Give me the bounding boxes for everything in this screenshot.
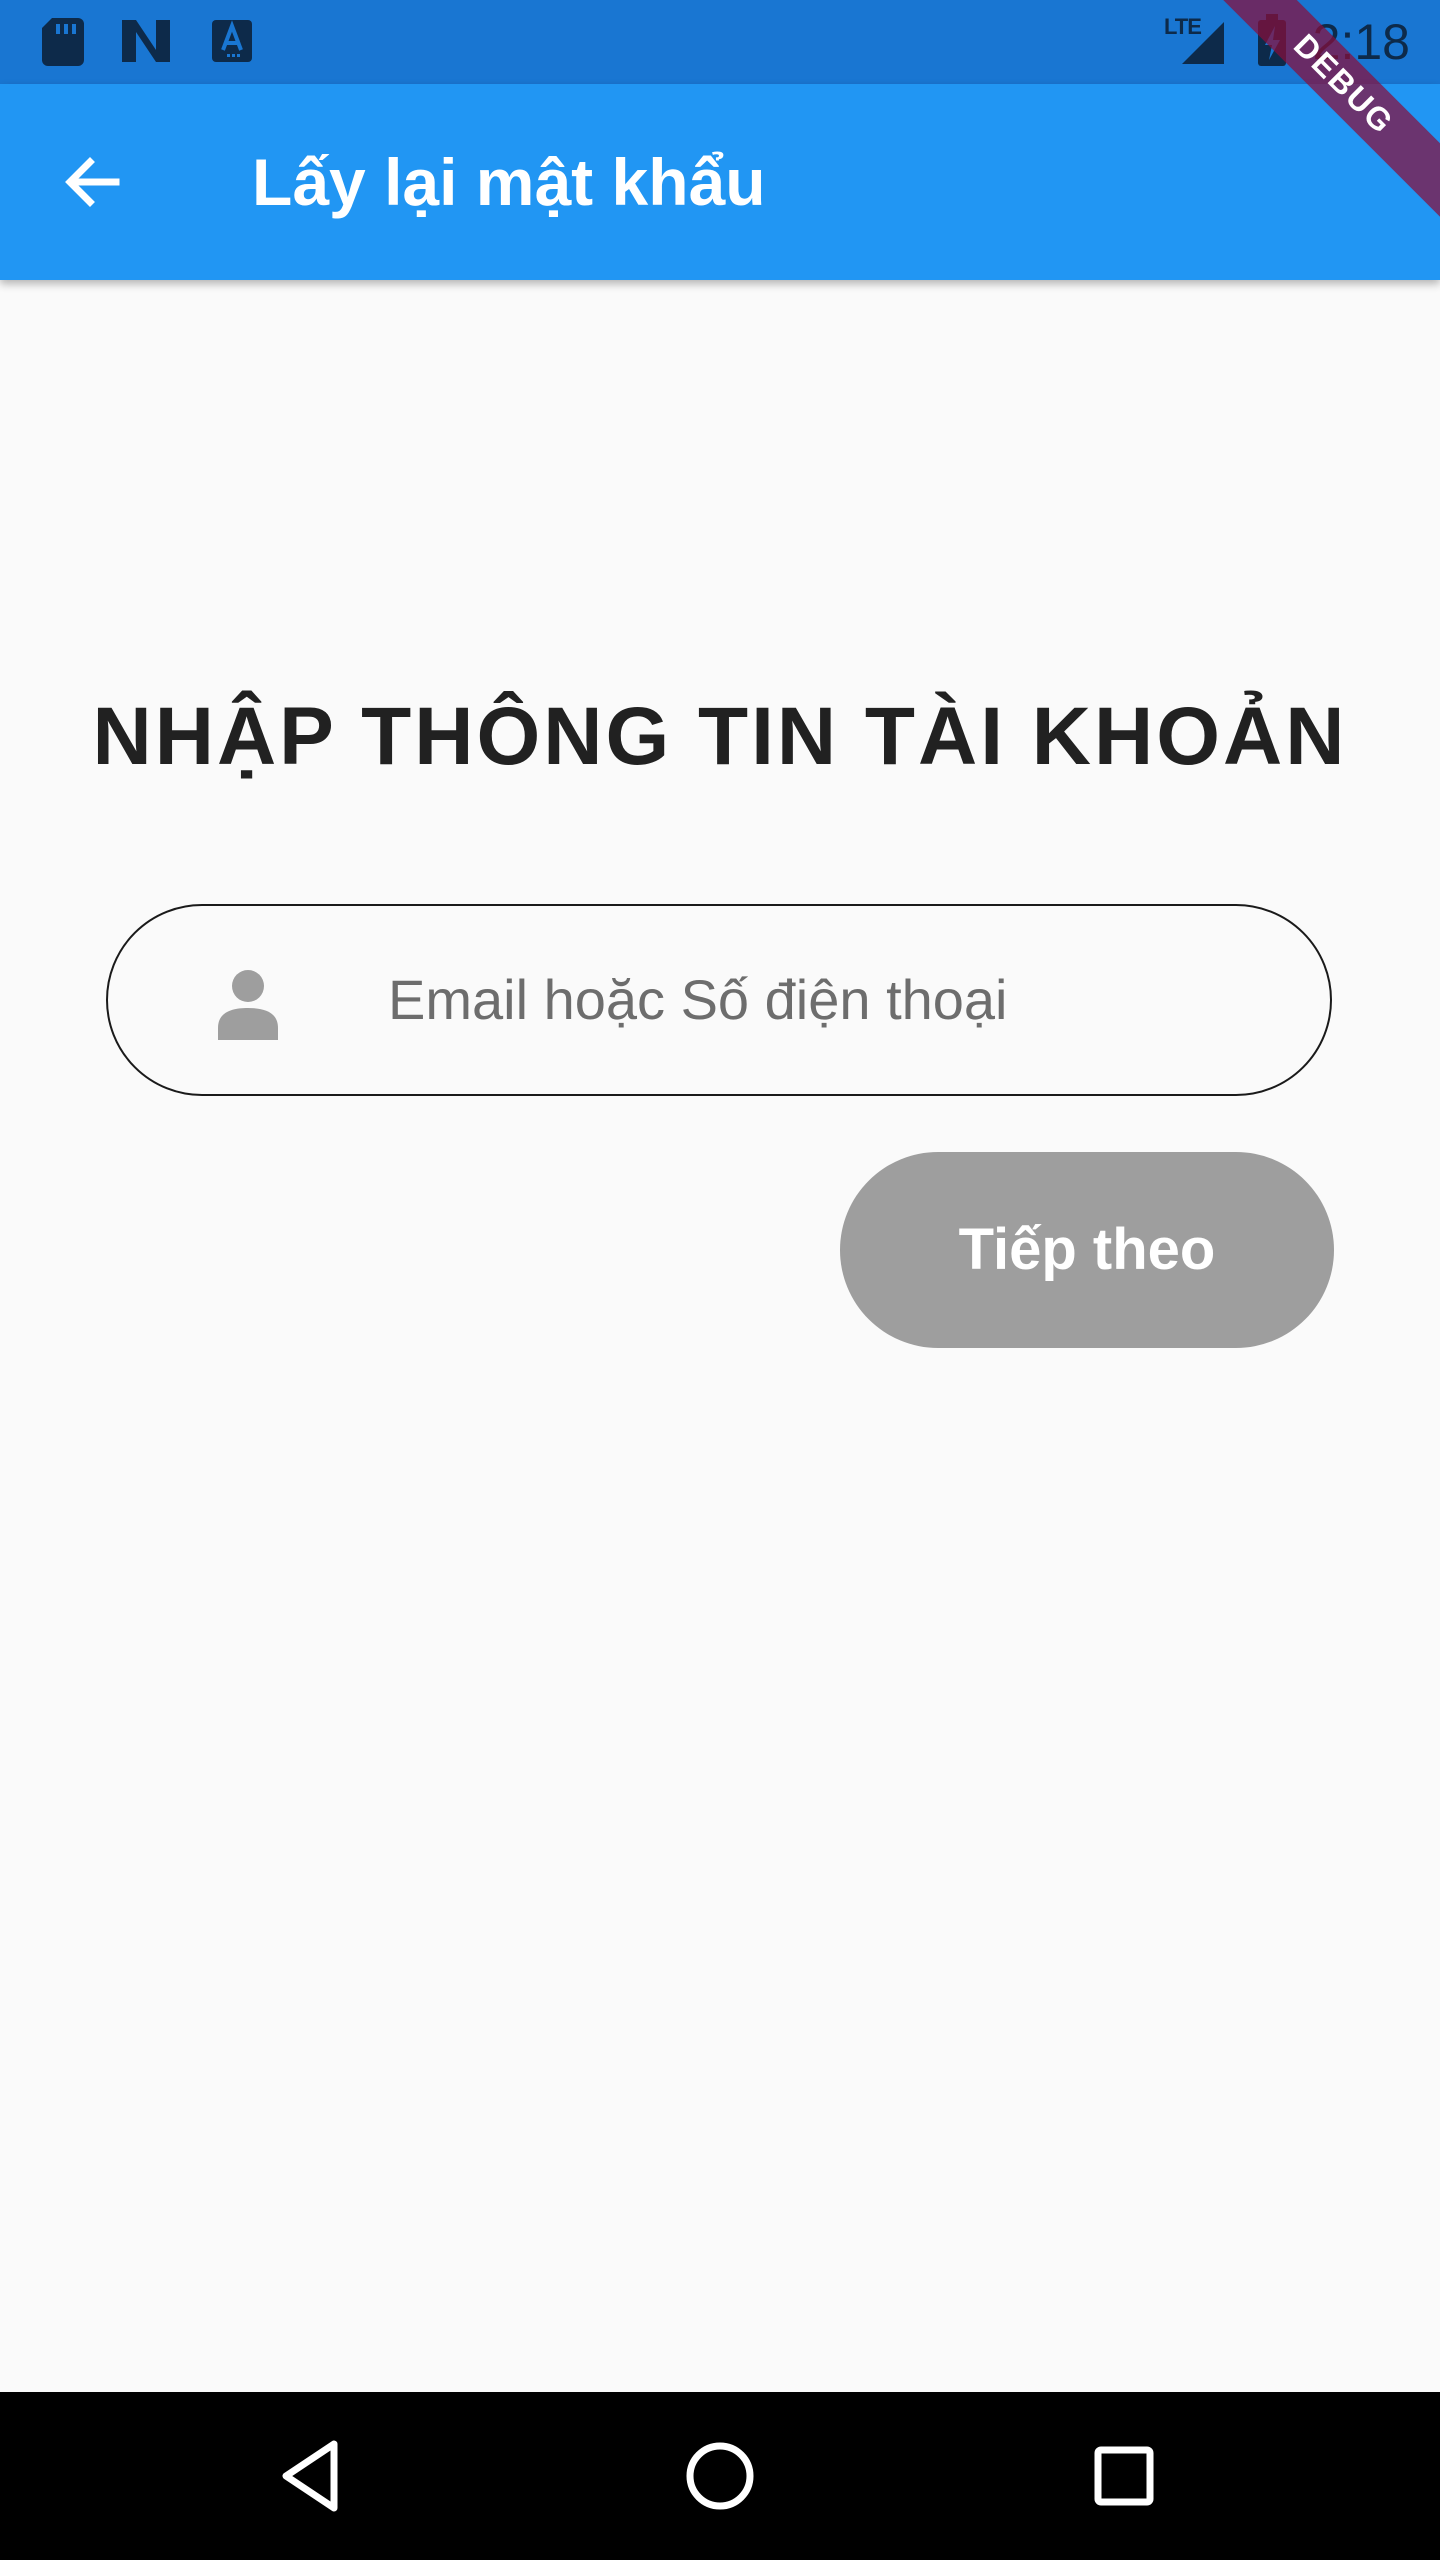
arrow-back-icon (65, 157, 120, 207)
nav-home-button[interactable] (660, 2416, 780, 2536)
home-circle-icon (686, 2442, 754, 2510)
lte-signal-icon: LTE (1160, 0, 1230, 84)
a-notification-icon (210, 16, 256, 66)
page-title: Lấy lại mật khẩu (252, 145, 766, 219)
back-button[interactable] (50, 140, 134, 224)
app-bar: Lấy lại mật khẩu (0, 84, 1440, 280)
status-clock: 2:18 (1312, 14, 1410, 70)
nav-recents-button[interactable] (1064, 2416, 1184, 2536)
person-icon (216, 968, 280, 1040)
account-input-placeholder: Email hoặc Số điện thoại (388, 968, 1008, 1031)
back-triangle-icon (282, 2440, 338, 2512)
section-heading: NHẬP THÔNG TIN TÀI KHOẢN (92, 691, 1348, 782)
navigation-bar (0, 2392, 1440, 2560)
next-button[interactable]: Tiếp theo (840, 1152, 1334, 1348)
n-logo-icon (120, 16, 170, 66)
status-bar: LTE 2:18 (0, 0, 1440, 84)
account-input[interactable]: Email hoặc Số điện thoại (106, 904, 1332, 1096)
battery-charging-icon (1252, 0, 1292, 84)
recents-square-icon (1094, 2446, 1154, 2506)
nav-back-button[interactable] (256, 2416, 376, 2536)
sd-card-icon (40, 16, 86, 66)
